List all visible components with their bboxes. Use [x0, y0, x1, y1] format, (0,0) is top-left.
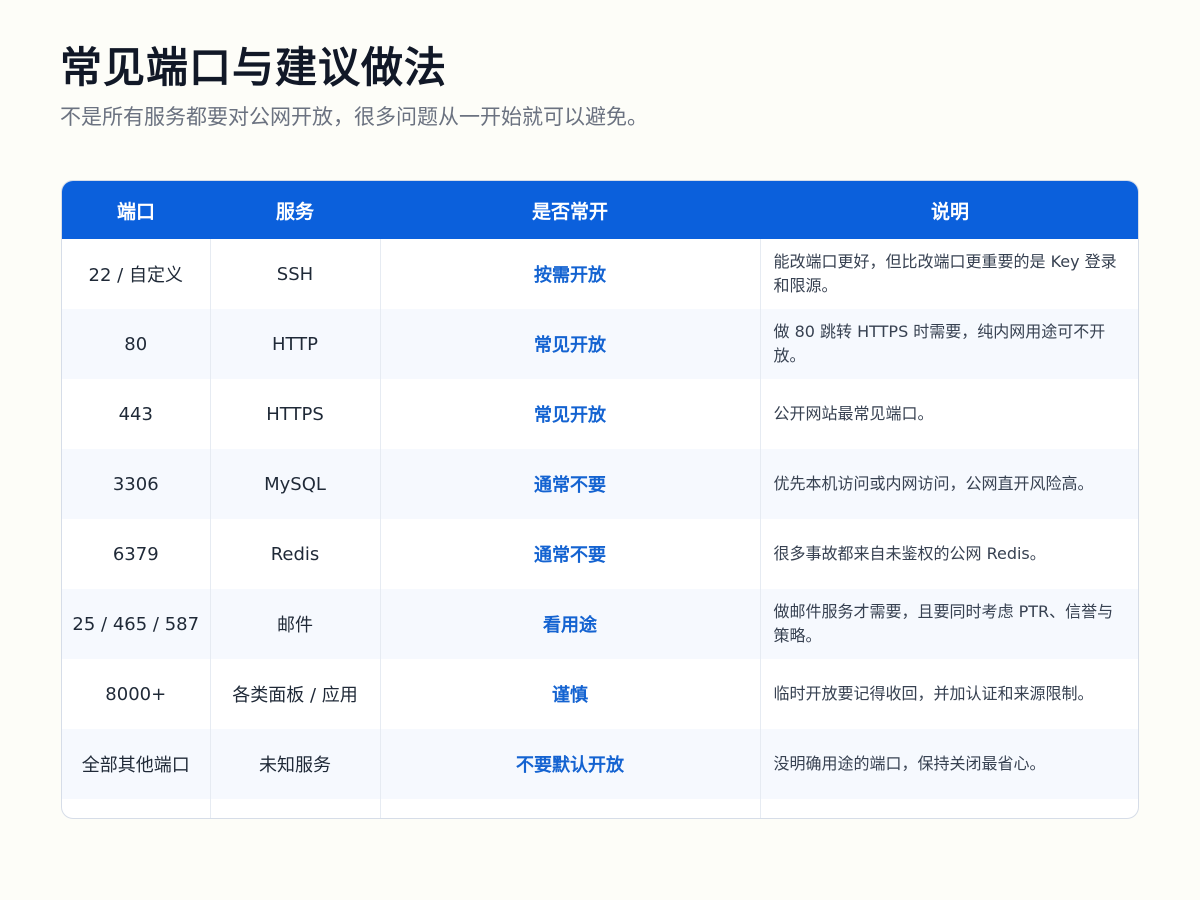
cell-open: 常见开放	[380, 379, 761, 449]
cell-note: 能改端口更好，但比改端口更重要的是 Key 登录和限源。	[773, 252, 1117, 295]
filler-cell	[760, 799, 1138, 818]
cell-note: 优先本机访问或内网访问，公网直开风险高。	[773, 474, 1094, 493]
cell-port: 25 / 465 / 587	[62, 589, 211, 659]
header-open: 是否常开	[531, 200, 608, 223]
cell-note: 做 80 跳转 HTTPS 时需要，纯内网用途可不开放。	[773, 322, 1106, 365]
cell-service: MySQL	[210, 449, 381, 519]
cell-service: 未知服务	[210, 729, 381, 799]
cell-service: HTTPS	[210, 379, 381, 449]
cell-port: 22 / 自定义	[62, 239, 211, 309]
cell-port: 全部其他端口	[62, 729, 211, 799]
cell-port: 3306	[62, 449, 211, 519]
ports-table-card: 端口 服务 是否常开 说明 22 / 自定义 SSH 按需开放 能改端口更好，但…	[61, 180, 1139, 819]
cell-open: 通常不要	[380, 519, 761, 589]
filler-cell	[380, 799, 761, 818]
cell-open: 常见开放	[380, 309, 761, 379]
table-row: 全部其他端口 未知服务 不要默认开放 没明确用途的端口，保持关闭最省心。	[62, 729, 1138, 799]
table-row: 8000+ 各类面板 / 应用 谨慎 临时开放要记得收回，并加认证和来源限制。	[62, 659, 1138, 729]
cell-open: 谨慎	[380, 659, 761, 729]
filler-cell	[62, 799, 211, 818]
cell-note: 做邮件服务才需要，且要同时考虑 PTR、信誉与策略。	[773, 602, 1114, 645]
cell-note: 很多事故都来自未鉴权的公网 Redis。	[773, 544, 1046, 563]
table-row: 3306 MySQL 通常不要 优先本机访问或内网访问，公网直开风险高。	[62, 449, 1138, 519]
cell-open: 看用途	[380, 589, 761, 659]
cell-port: 443	[62, 379, 211, 449]
table-row: 6379 Redis 通常不要 很多事故都来自未鉴权的公网 Redis。	[62, 519, 1138, 589]
page-title: 常见端口与建议做法	[60, 43, 448, 92]
cell-open: 不要默认开放	[380, 729, 761, 799]
table-row: 25 / 465 / 587 邮件 看用途 做邮件服务才需要，且要同时考虑 PT…	[62, 589, 1138, 659]
cell-port: 6379	[62, 519, 211, 589]
cell-service: SSH	[210, 239, 381, 309]
cell-note: 临时开放要记得收回，并加认证和来源限制。	[773, 684, 1094, 703]
table-row: 80 HTTP 常见开放 做 80 跳转 HTTPS 时需要，纯内网用途可不开放…	[62, 309, 1138, 379]
cell-service: HTTP	[210, 309, 381, 379]
cell-note: 公开网站最常见端口。	[773, 404, 934, 423]
header-port: 端口	[116, 200, 155, 223]
header-service: 服务	[275, 200, 314, 223]
cell-port: 8000+	[62, 659, 211, 729]
table-header-row: 端口 服务 是否常开 说明	[62, 181, 1138, 239]
filler-cell	[210, 799, 381, 818]
cell-service: Redis	[210, 519, 381, 589]
cell-service: 邮件	[210, 589, 381, 659]
header-note: 说明	[930, 200, 969, 223]
table-row: 22 / 自定义 SSH 按需开放 能改端口更好，但比改端口更重要的是 Key …	[62, 239, 1138, 309]
cell-note: 没明确用途的端口，保持关闭最省心。	[773, 754, 1046, 773]
page-subtitle: 不是所有服务都要对公网开放，很多问题从一开始就可以避免。	[60, 105, 648, 129]
cell-open: 通常不要	[380, 449, 761, 519]
table-filler-row	[62, 799, 1138, 818]
ports-table: 端口 服务 是否常开 说明 22 / 自定义 SSH 按需开放 能改端口更好，但…	[62, 181, 1138, 818]
cell-service: 各类面板 / 应用	[210, 659, 381, 729]
cell-open: 按需开放	[380, 239, 761, 309]
cell-port: 80	[62, 309, 211, 379]
table-row: 443 HTTPS 常见开放 公开网站最常见端口。	[62, 379, 1138, 449]
